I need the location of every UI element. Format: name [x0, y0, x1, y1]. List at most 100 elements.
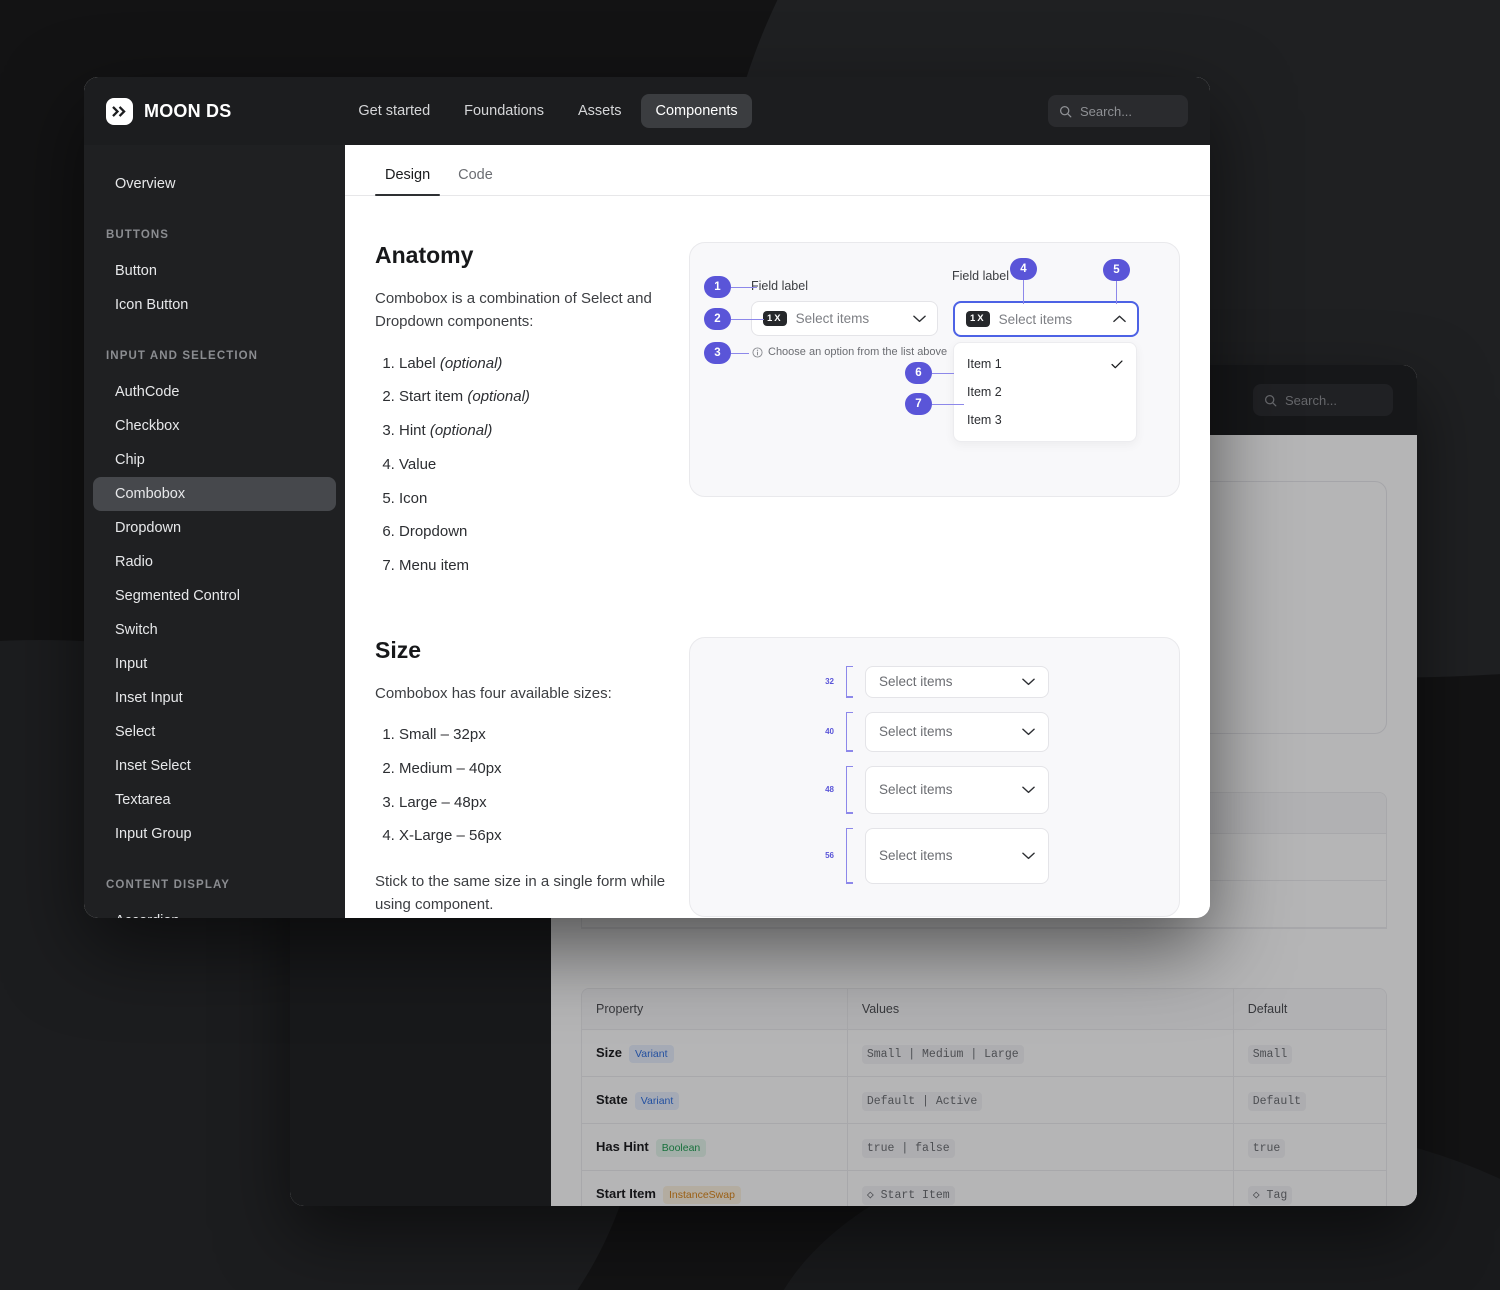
tab-design[interactable]: Design	[375, 161, 441, 196]
search-icon	[1264, 394, 1277, 406]
size-demo-rows: 32 Select items 40 Select items 48 Select ite…	[690, 638, 1179, 912]
foreground-window[interactable]: MOON DS Get started Foundations Assets C…	[84, 77, 1210, 918]
sidebar-item-textarea[interactable]: Textarea	[93, 783, 336, 817]
property-type-badge: Boolean	[655, 1139, 707, 1157]
cell-values: ◇ Start Item	[847, 1170, 1234, 1206]
anatomy-intro: Combobox is a combination of Select and …	[375, 290, 652, 331]
menu-item-label: Item 3	[967, 413, 1002, 427]
cell-property: Start Item InstanceSwap	[582, 1170, 848, 1206]
anatomy-part-item: Hint (optional)	[399, 423, 675, 439]
size-demo-combobox[interactable]: Select items	[865, 827, 1049, 884]
size-demo-row: 56 Select items	[820, 827, 1049, 884]
menu-item[interactable]: Item 2	[954, 378, 1136, 406]
sidebar-item-chip[interactable]: Chip	[93, 443, 336, 477]
property-type-badge: Variant	[634, 1092, 680, 1110]
cell-property: State Variant	[582, 1076, 848, 1124]
size-list: Small – 32px Medium – 40px Large – 48px X-L…	[399, 727, 675, 844]
combobox-placeholder: Select items	[998, 311, 1073, 327]
sidebar-item-authcode[interactable]: AuthCode	[93, 375, 336, 409]
sidebar-groups: BUTTONS Button Icon Button INPUT AND SELECT…	[84, 229, 345, 918]
callout-7: 7	[905, 393, 932, 415]
size-demo-combobox[interactable]: Select items	[865, 665, 1049, 698]
start-item-chip[interactable]: 1X	[763, 310, 787, 327]
info-circle-icon	[752, 346, 763, 358]
size-demo: 32 Select items 40 Select items 48 Select ite…	[689, 636, 1180, 917]
col-property: Property	[582, 989, 848, 1030]
callout-3: 3	[704, 342, 731, 364]
topnav-item-get-started[interactable]: Get started	[344, 94, 444, 128]
size-list-item: Small – 32px	[399, 727, 675, 743]
sidebar-item-inset-select[interactable]: Inset Select	[93, 749, 336, 783]
window-body: Overview BUTTONS Button Icon Button INPUT A…	[84, 145, 1210, 918]
topbar: MOON DS Get started Foundations Assets C…	[84, 77, 1210, 145]
size-demo-combobox[interactable]: Select items	[865, 765, 1049, 814]
sidebar[interactable]: Overview BUTTONS Button Icon Button INPUT A…	[84, 145, 345, 918]
anatomy-dropdown-menu[interactable]: Item 1 Item 2 Item 3	[953, 342, 1137, 442]
topnav-item-components[interactable]: Components	[641, 94, 752, 128]
sidebar-group-content-display: CONTENT DISPLAY	[106, 879, 231, 891]
sidebar-item-input[interactable]: Input	[93, 647, 336, 681]
callout-2-leader	[731, 318, 764, 320]
double-chevron-right-icon	[106, 97, 133, 125]
sidebar-item-combobox[interactable]: Combobox	[93, 477, 336, 511]
size-note: Stick to the same size in a single form …	[375, 873, 666, 914]
menu-item[interactable]: Item 1	[954, 350, 1136, 378]
chevron-down-icon[interactable]	[913, 315, 926, 323]
chevron-up-icon[interactable]	[1113, 315, 1126, 323]
topnav-item-foundations[interactable]: Foundations	[450, 94, 558, 128]
anatomy-part-item: Label (optional)	[399, 355, 675, 372]
size-demo-combobox[interactable]: Select items	[865, 711, 1049, 752]
combobox-placeholder: Select items	[879, 674, 953, 690]
sidebar-item-select[interactable]: Select	[93, 715, 336, 749]
sidebar-item-input-group[interactable]: Input Group	[93, 817, 336, 851]
menu-item[interactable]: Item 3	[954, 406, 1136, 434]
sidebar-item-switch[interactable]: Switch	[93, 613, 336, 647]
chevron-down-icon[interactable]	[1022, 786, 1035, 794]
chevron-down-icon[interactable]	[1022, 728, 1035, 736]
sidebar-item-icon-button[interactable]: Icon Button	[93, 288, 336, 322]
search-placeholder: Search...	[1080, 103, 1133, 119]
anatomy-combobox-active[interactable]: 1X Select items	[953, 301, 1139, 337]
sidebar-item-overview[interactable]: Overview	[93, 167, 336, 201]
property-type-badge: Variant	[629, 1045, 674, 1063]
property-name: Has Hint	[596, 1139, 649, 1154]
sidebar-item-button[interactable]: Button	[93, 254, 336, 288]
default-code: Default	[1247, 1092, 1307, 1111]
anatomy-part-item: Icon	[399, 490, 675, 507]
anatomy-combobox-default[interactable]: 1X Select items	[751, 301, 938, 336]
background-search-box[interactable]: Search...	[1253, 384, 1393, 416]
cell-default: ◇ Tag	[1233, 1170, 1386, 1206]
anatomy-hint-text: Choose an option from the list above	[768, 346, 948, 358]
sidebar-item-inset-input[interactable]: Inset Input	[93, 681, 336, 715]
size-measure-label: 40	[825, 727, 834, 737]
properties-table-body: Size Variant Small | Medium | Large Small St…	[582, 1029, 1386, 1206]
sidebar-item-segmented-control[interactable]: Segmented Control	[93, 579, 336, 613]
anatomy-part-note: (optional)	[429, 422, 493, 439]
sidebar-item-checkbox[interactable]: Checkbox	[93, 409, 336, 443]
callout-5-leader	[1116, 281, 1118, 304]
callout-6-leader	[932, 372, 954, 374]
callout-2: 2	[704, 308, 731, 330]
sidebar-item-dropdown[interactable]: Dropdown	[93, 511, 336, 545]
chevron-down-icon[interactable]	[1022, 852, 1035, 860]
tab-code[interactable]: Code	[448, 161, 503, 195]
sidebar-item-radio[interactable]: Radio	[93, 545, 336, 579]
search-icon	[1059, 105, 1072, 117]
property-type-badge: InstanceSwap	[662, 1186, 741, 1204]
brand[interactable]: MOON DS	[106, 97, 231, 125]
sidebar-item-accordion[interactable]: Accordion	[93, 904, 336, 918]
cell-values: Small | Medium | Large	[847, 1029, 1234, 1077]
anatomy-title: Anatomy	[375, 242, 474, 268]
property-name: Size	[596, 1045, 623, 1060]
combobox-placeholder: Select items	[795, 311, 870, 326]
cell-property: Has Hint Boolean	[582, 1123, 848, 1171]
topnav-item-assets[interactable]: Assets	[564, 94, 636, 128]
anatomy-part-item: Menu item	[399, 558, 675, 574]
values-code: ◇ Start Item	[861, 1186, 955, 1205]
size-text: Size Combobox has four available sizes: …	[375, 637, 675, 917]
start-item-chip[interactable]: 1X	[966, 311, 990, 327]
search-box[interactable]: Search...	[1048, 95, 1188, 127]
anatomy-field-label-1: Field label	[751, 279, 808, 293]
property-name: State	[596, 1092, 628, 1107]
chevron-down-icon[interactable]	[1022, 678, 1035, 686]
